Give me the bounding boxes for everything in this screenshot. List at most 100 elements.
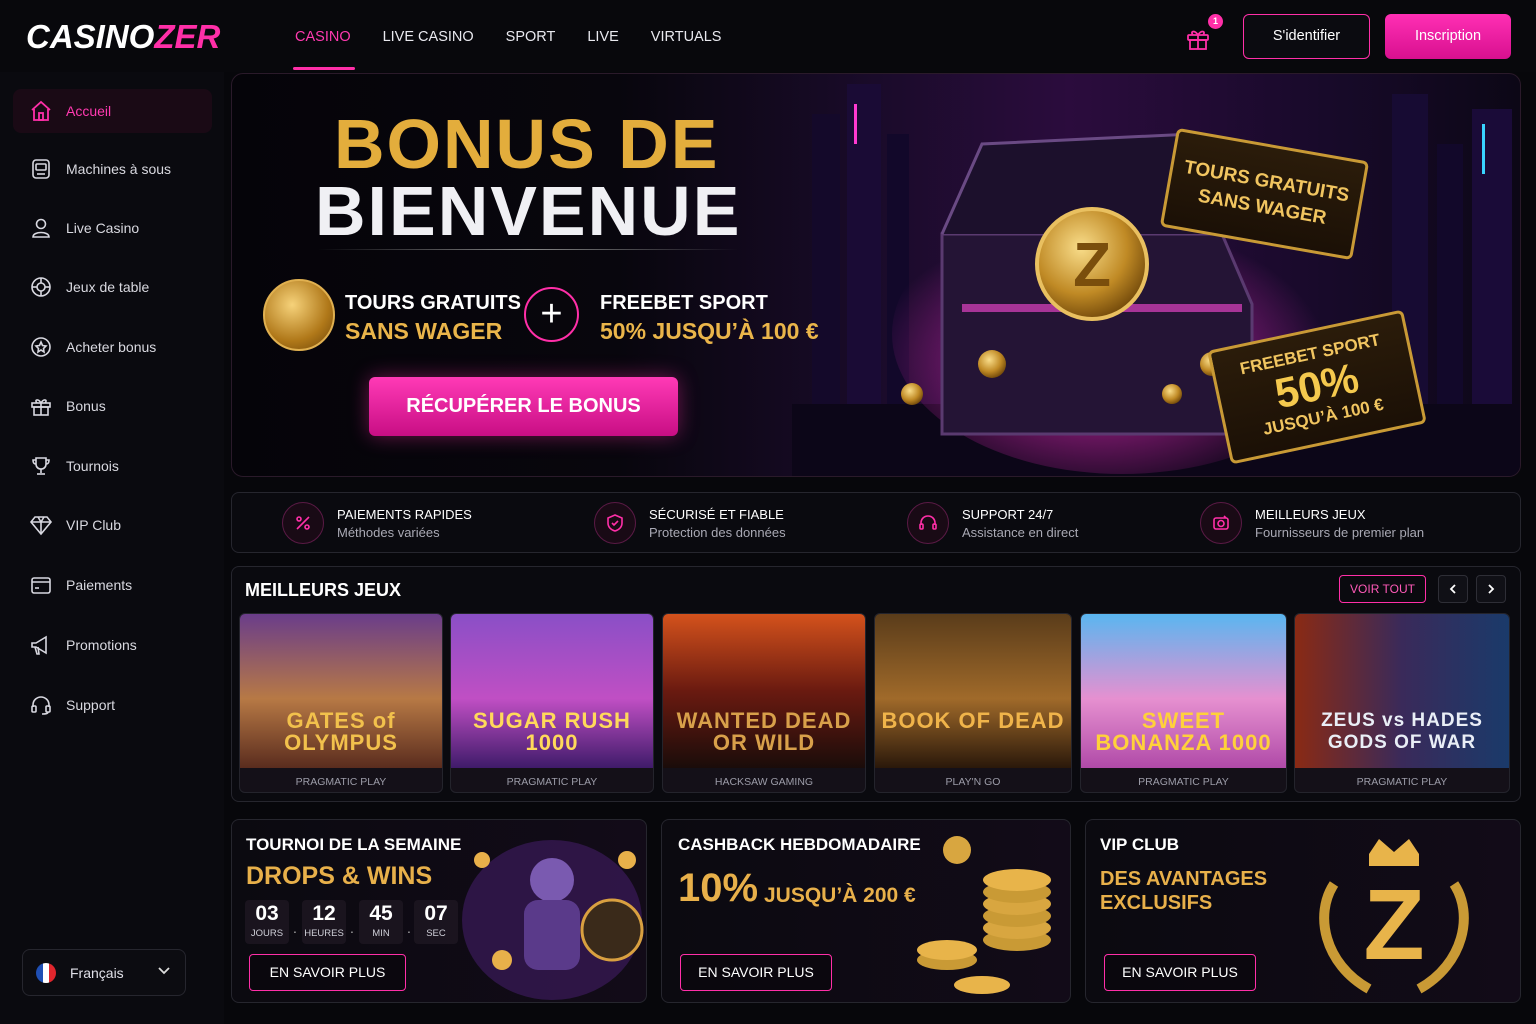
sidebar-item-label: Support [66, 697, 116, 713]
cashback-more-button[interactable]: EN SAVOIR PLUS [680, 954, 832, 991]
language-selector[interactable]: Français [22, 949, 186, 996]
sidebar-item-label: Promotions [66, 637, 137, 653]
game-card[interactable]: SUGAR RUSH 1000 PRAGMATIC PLAY [450, 613, 654, 793]
logo-part1: CASINO [26, 18, 155, 55]
game-card[interactable]: SWEET BONANZA 1000 PRAGMATIC PLAY [1080, 613, 1287, 793]
feature-title: SÉCURISÉ ET FIABLE [649, 506, 784, 522]
countdown-value: 03 [255, 902, 279, 925]
sidebar-item-live-casino[interactable]: Live Casino [13, 206, 212, 250]
headset-icon [29, 693, 53, 717]
sidebar-item-table-games[interactable]: Jeux de table [13, 265, 212, 309]
logo-part2: ZER [154, 18, 221, 55]
chevron-down-icon [157, 963, 171, 982]
game-provider: PRAGMATIC PLAY [1356, 776, 1448, 788]
sidebar-item-accueil[interactable]: Accueil [13, 89, 212, 133]
game-title: WANTED DEAD OR WILD [676, 708, 852, 755]
countdown-hours: 12 HEURES [302, 900, 346, 944]
sidebar-item-promotions[interactable]: Promotions [13, 623, 212, 667]
feature-secure: SÉCURISÉ ET FIABLE Protection des données [594, 502, 786, 544]
logo[interactable]: CASINOZER [26, 18, 220, 56]
sidebar-item-label: Accueil [66, 103, 112, 119]
nav-live[interactable]: LIVE [587, 0, 618, 72]
game-art [875, 614, 1071, 768]
sidebar-item-slots[interactable]: Machines à sous [13, 147, 212, 191]
vip-more-button[interactable]: EN SAVOIR PLUS [1104, 954, 1256, 991]
countdown-unit: MIN [372, 928, 390, 939]
gift-icon[interactable] [1184, 24, 1212, 52]
bonus1-line2: SANS WAGER [345, 318, 503, 344]
plus-icon: + [524, 287, 579, 342]
game-provider: PLAY'N GO [945, 776, 1001, 788]
bonus2-line1: FREEBET SPORT [600, 292, 768, 314]
roulette-icon [29, 275, 53, 299]
countdown-value: 12 [312, 902, 336, 925]
claim-bonus-button[interactable]: RÉCUPÉRER LE BONUS [369, 377, 678, 436]
tournament-title: TOURNOI DE LA SEMAINE [246, 835, 462, 854]
see-all-button[interactable]: VOIR TOUT [1339, 575, 1426, 603]
game-provider: PRAGMATIC PLAY [506, 776, 598, 788]
hero-title-line2: BIENVENUE [315, 172, 742, 250]
chevron-right-icon [1488, 584, 1495, 594]
game-title: SWEET BONANZA 1000 [1095, 708, 1272, 755]
feature-best-games: MEILLEURS JEUX Fournisseurs de premier pl… [1200, 502, 1424, 544]
bonus1-line1: TOURS GRATUITS [345, 292, 521, 314]
sidebar-item-label: Acheter bonus [66, 339, 157, 355]
coins-illustration [917, 836, 1051, 994]
fast-payment-icon [282, 502, 324, 544]
sidebar-item-support[interactable]: Support [13, 683, 212, 727]
chevron-left-icon [1449, 584, 1456, 594]
feature-support: SUPPORT 24/7 Assistance en direct [907, 502, 1078, 544]
shield-check-icon [594, 502, 636, 544]
cashback-limit: JUSQU’À 200 € [764, 884, 916, 907]
sidebar-item-vip[interactable]: VIP Club [13, 503, 212, 547]
game-card[interactable]: GATES of OLYMPUS PRAGMATIC PLAY [239, 613, 443, 793]
game-card[interactable]: BOOK OF DEAD PLAY'N GO [874, 613, 1072, 793]
game-provider: PRAGMATIC PLAY [1138, 776, 1229, 788]
feature-subtitle: Fournisseurs de premier plan [1255, 524, 1425, 540]
countdown-days: 03 JOURS [245, 900, 289, 944]
game-card[interactable]: ZEUS vs HADES GODS OF WAR PRAGMATIC PLAY [1294, 613, 1510, 793]
next-button[interactable] [1476, 575, 1506, 603]
login-button[interactable]: S'identifier [1243, 14, 1370, 59]
nav-live-casino[interactable]: LIVE CASINO [383, 0, 474, 72]
wallet-icon [29, 573, 53, 597]
feature-title: SUPPORT 24/7 [962, 506, 1054, 522]
nav-sport[interactable]: SPORT [506, 0, 556, 72]
trophy-icon [29, 454, 53, 478]
vip-line2: EXCLUSIFS [1100, 892, 1213, 914]
svg-text:Z: Z [1363, 869, 1424, 981]
warrior-illustration [462, 840, 644, 1000]
features-strip: PAIEMENTS RAPIDES Méthodes variées SÉCURI… [231, 492, 1521, 553]
feature-subtitle: Méthodes variées [337, 524, 440, 540]
signup-button[interactable]: Inscription [1385, 14, 1511, 59]
sidebar-item-label: Live Casino [66, 220, 140, 236]
countdown-unit: JOURS [250, 928, 284, 939]
nav-casino[interactable]: CASINO [293, 0, 355, 72]
countdown-seconds: 07 SEC [414, 900, 458, 944]
language-label: Français [70, 964, 124, 981]
sidebar-item-label: Machines à sous [66, 161, 172, 177]
divider [318, 249, 738, 250]
prev-button[interactable] [1438, 575, 1468, 603]
dealer-icon [29, 216, 53, 240]
sidebar-item-bonus[interactable]: Bonus [13, 384, 212, 428]
countdown-minutes: 45 MIN [359, 900, 403, 944]
nav-virtuals[interactable]: VIRTUALS [651, 0, 722, 72]
game-title: ZEUS vs HADES GODS OF WAR [1321, 710, 1483, 753]
gift-icon [29, 394, 53, 418]
separator: . [350, 920, 354, 936]
sidebar: Accueil Machines à sous Live Casino Jeux… [0, 72, 224, 1024]
game-provider: PRAGMATIC PLAY [295, 776, 387, 788]
game-title: SUGAR RUSH 1000 [473, 708, 631, 755]
countdown-value: 45 [369, 902, 393, 925]
tournament-more-button[interactable]: EN SAVOIR PLUS [249, 954, 406, 991]
sidebar-item-tournaments[interactable]: Tournois [13, 444, 212, 488]
vip-line1: DES AVANTAGES [1100, 868, 1268, 890]
sidebar-item-buy-bonus[interactable]: Acheter bonus [13, 325, 212, 369]
bonus2-line2: 50% JUSQU’À 100 € [600, 318, 819, 344]
countdown-value: 07 [424, 902, 448, 925]
sidebar-item-label: VIP Club [66, 517, 121, 533]
sidebar-item-payments[interactable]: Paiements [13, 563, 212, 607]
sidebar-item-label: Bonus [66, 398, 106, 414]
game-card[interactable]: WANTED DEAD OR WILD HACKSAW GAMING [662, 613, 866, 793]
